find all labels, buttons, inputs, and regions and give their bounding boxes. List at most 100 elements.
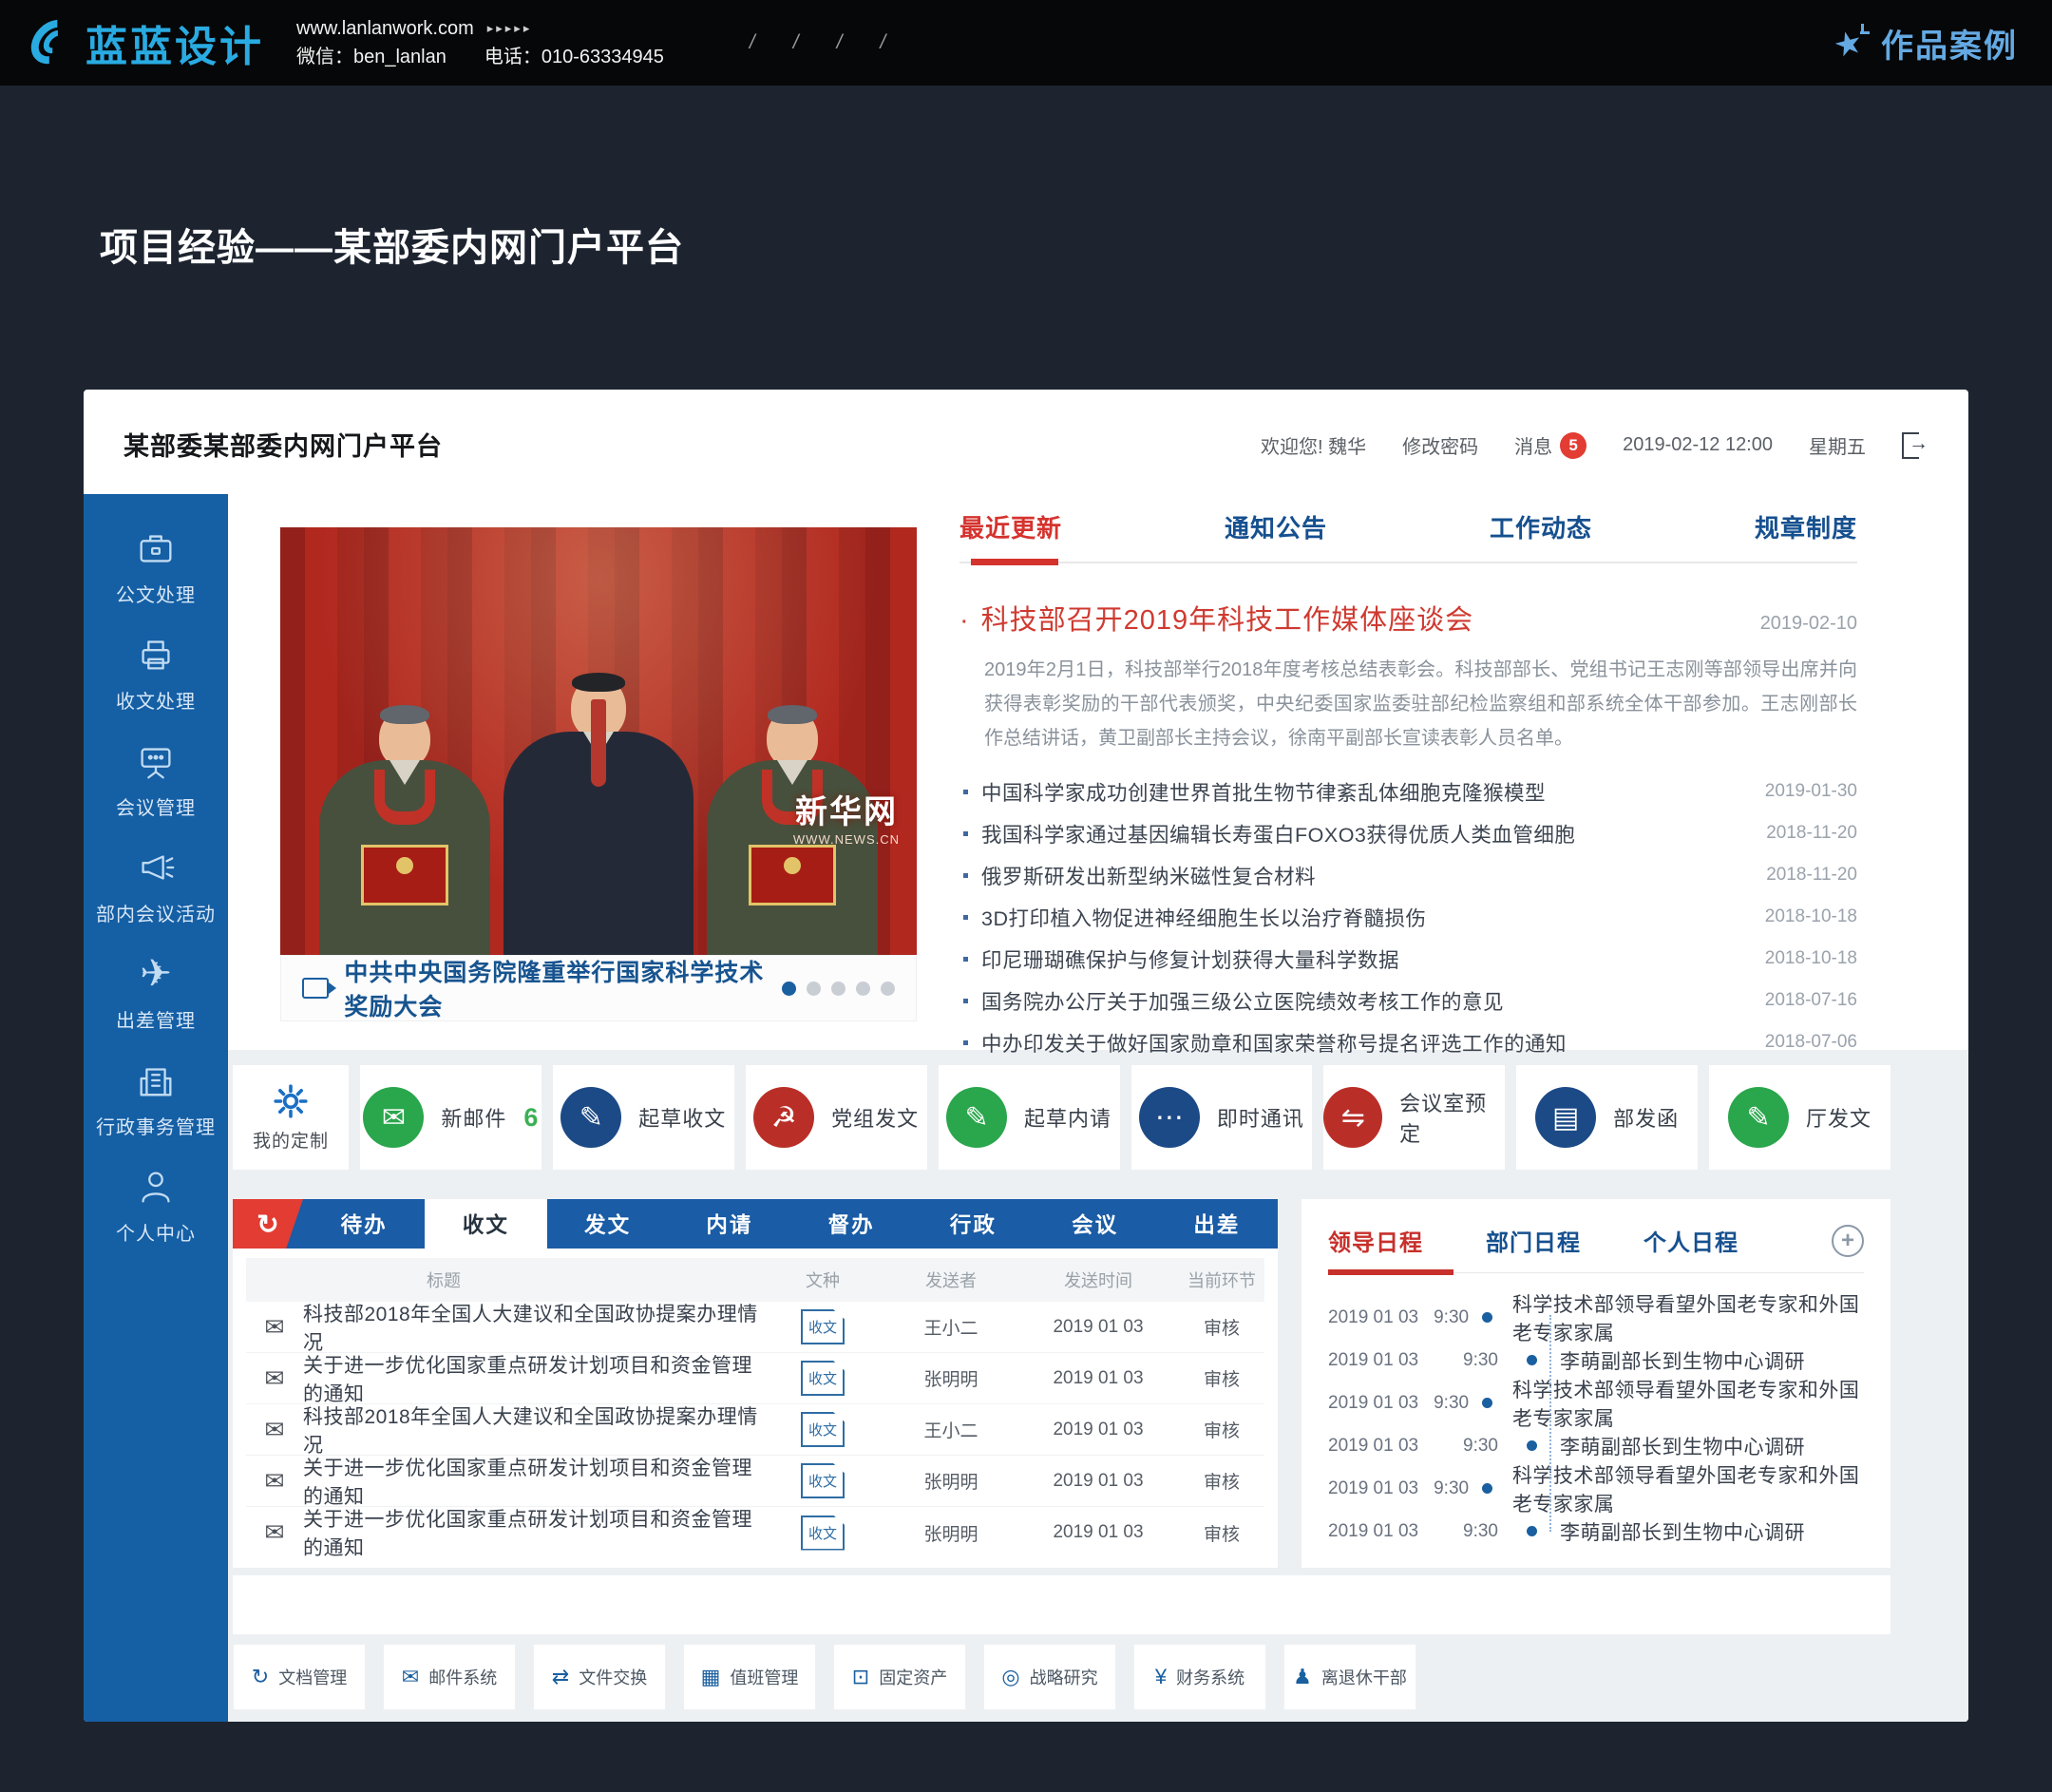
schedule-entry[interactable]: 2019 01 03 9:30 科学技术部领导看望外国老专家和外国老专家家属 — [1328, 1296, 1864, 1339]
sidebar-item-internal-meetings[interactable]: 部内会议活动 — [96, 846, 216, 926]
add-schedule-icon[interactable]: + — [1832, 1225, 1864, 1257]
schedule-title[interactable]: 李萌副部长到生物中心调研 — [1560, 1517, 1805, 1546]
carousel-dot[interactable] — [807, 982, 821, 996]
lanlan-logo[interactable]: 蓝蓝设计 — [34, 12, 264, 73]
sidebar-item-personal-center[interactable]: 个人中心 — [116, 1165, 196, 1246]
table-row[interactable]: ✉ 科技部2018年全国人大建议和全国政协提案办理情况 收文 王小二 2019 … — [246, 1302, 1264, 1353]
news-list-item[interactable]: 3D打印植入物促进神经细胞生长以治疗脊髓损伤 2018-10-18 — [960, 896, 1857, 938]
change-password-link[interactable]: 修改密码 — [1402, 431, 1478, 459]
task-title[interactable]: 关于进一步优化国家重点研发计划项目和资金管理的通知 — [303, 1350, 761, 1407]
top-nav-item[interactable] — [818, 31, 862, 54]
tab-notices[interactable]: 通知公告 — [1225, 509, 1327, 544]
news-item-title[interactable]: 国务院办公厅关于加强三级公立医院绩效考核工作的意见 — [981, 986, 1504, 1016]
news-item-title[interactable]: 印尼珊瑚礁保护与修复计划获得大量科学数据 — [981, 944, 1399, 974]
logout-icon[interactable]: → — [1902, 432, 1930, 459]
page-title: 项目经验——某部委内网门户平台 — [100, 217, 684, 272]
tab-meeting[interactable]: 会议 — [1035, 1199, 1156, 1249]
news-list-item[interactable]: 国务院办公厅关于加强三级公立医院绩效考核工作的意见 2018-07-16 — [960, 980, 1857, 1021]
tab-receive-doc[interactable]: 收文 — [425, 1199, 546, 1249]
shortcut-card[interactable]: ✎ 起草内请 — [939, 1065, 1120, 1170]
news-list-item[interactable]: 中办印发关于做好国家勋章和国家荣誉称号提名评选工作的通知 2018-07-06 — [960, 1021, 1857, 1063]
schedule-title[interactable]: 科学技术部领导看望外国老专家和外国老专家家属 — [1512, 1460, 1864, 1517]
schedule-title[interactable]: 科学技术部领导看望外国老专家和外国老专家家属 — [1512, 1289, 1864, 1346]
table-row[interactable]: ✉ 关于进一步优化国家重点研发计划项目和资金管理的通知 收文 张明明 2019 … — [246, 1507, 1264, 1558]
schedule-time: 9:30 — [1463, 1350, 1516, 1371]
task-title[interactable]: 科技部2018年全国人大建议和全国政协提案办理情况 — [303, 1401, 761, 1458]
news-list-item[interactable]: 印尼珊瑚礁保护与修复计划获得大量科学数据 2018-10-18 — [960, 938, 1857, 980]
shortcut-card[interactable]: ⇋ 会议室预定 — [1323, 1065, 1505, 1170]
news-item-title[interactable]: 俄罗斯研发出新型纳米磁性复合材料 — [981, 861, 1316, 890]
tab-regulations[interactable]: 规章制度 — [1755, 509, 1857, 544]
bottom-app-button[interactable]: ↻ 文档管理 — [233, 1644, 366, 1710]
sidebar-item-receive-processing[interactable]: 收文处理 — [116, 633, 196, 714]
bottom-app-button[interactable]: ◎ 战略研究 — [983, 1644, 1116, 1710]
shortcut-card[interactable]: ✉ 新邮件 6 — [360, 1065, 542, 1170]
shortcut-card[interactable]: ✎ 起草收文 — [553, 1065, 734, 1170]
schedule-entry[interactable]: 2019 01 03 9:30 科学技术部领导看望外国老专家和外国老专家家属 — [1328, 1467, 1864, 1510]
news-headline[interactable]: 科技部召开2019年科技工作媒体座谈会 — [960, 598, 1473, 638]
tab-work-trends[interactable]: 工作动态 — [1490, 509, 1592, 544]
plane-icon: ✈ — [140, 952, 172, 996]
top-nav-item[interactable] — [861, 31, 904, 54]
shortcut-card[interactable]: ⋯ 即时通讯 — [1131, 1065, 1313, 1170]
table-row[interactable]: ✉ 关于进一步优化国家重点研发计划项目和资金管理的通知 收文 张明明 2019 … — [246, 1456, 1264, 1507]
tab-issue-doc[interactable]: 发文 — [547, 1199, 669, 1249]
schedule-date: 2019 01 03 — [1328, 1393, 1434, 1414]
news-item-title[interactable]: 3D打印植入物促进神经细胞生长以治疗脊髓损伤 — [981, 903, 1427, 932]
messages-link[interactable]: 消息 5 — [1514, 431, 1586, 459]
schedule-entry[interactable]: 2019 01 03 9:30 李萌副部长到生物中心调研 — [1328, 1510, 1864, 1553]
portal-screenshot-card: 某部委某部委内网门户平台 欢迎您! 魏华 修改密码 消息 5 2019-02-1… — [84, 390, 1968, 1722]
bottom-app-button[interactable]: ▦ 值班管理 — [683, 1644, 816, 1710]
sidebar-item-document-processing[interactable]: 公文处理 — [116, 526, 196, 607]
tab-personal-schedule[interactable]: 个人日程 — [1644, 1224, 1738, 1257]
shortcut-card[interactable]: ☭ 党组发文 — [746, 1065, 927, 1170]
schedule-title[interactable]: 李萌副部长到生物中心调研 — [1560, 1432, 1805, 1460]
carousel-dot[interactable] — [881, 982, 895, 996]
sidebar-item-meeting-management[interactable]: 会议管理 — [116, 739, 196, 820]
shortcut-card[interactable]: ▤ 部发函 — [1516, 1065, 1698, 1170]
carousel-dot[interactable] — [782, 982, 796, 996]
task-title[interactable]: 关于进一步优化国家重点研发计划项目和资金管理的通知 — [303, 1504, 761, 1561]
task-title[interactable]: 科技部2018年全国人大建议和全国政协提案办理情况 — [303, 1299, 761, 1356]
carousel-caption[interactable]: 中共中央国务院隆重举行国家科学技术奖励大会 — [344, 954, 767, 1022]
shortcut-card[interactable]: ✎ 厅发文 — [1709, 1065, 1890, 1170]
tab-todo[interactable]: 待办 — [303, 1199, 425, 1249]
bottom-app-button[interactable]: ¥ 财务系统 — [1133, 1644, 1266, 1710]
doc-type-cell: 收文 — [761, 1361, 884, 1396]
bottom-app-button[interactable]: ⇄ 文件交换 — [533, 1644, 666, 1710]
tab-recent-updates[interactable]: 最近更新 — [960, 509, 1062, 544]
carousel-dot[interactable] — [856, 982, 870, 996]
tab-department-schedule[interactable]: 部门日程 — [1486, 1224, 1581, 1257]
task-title[interactable]: 关于进一步优化国家重点研发计划项目和资金管理的通知 — [303, 1453, 761, 1510]
shortcut-my-customization[interactable]: 我的定制 — [233, 1065, 349, 1170]
tab-business-trip[interactable]: 出差 — [1156, 1199, 1278, 1249]
site-url[interactable]: www.lanlanwork.com — [296, 14, 474, 43]
bottom-app-button[interactable]: ⊡ 固定资产 — [833, 1644, 966, 1710]
bullet-icon — [963, 873, 968, 878]
news-list-item[interactable]: 中国科学家成功创建世界首批生物节律紊乱体细胞克隆猴模型 2019-01-30 — [960, 771, 1857, 812]
portfolio-link[interactable]: ★ 作品案例 — [1832, 20, 2018, 67]
tab-internal-request[interactable]: 内请 — [669, 1199, 790, 1249]
bottom-app-button[interactable]: ✉ 邮件系统 — [383, 1644, 516, 1710]
sidebar-item-admin-affairs[interactable]: 行政事务管理 — [96, 1058, 216, 1139]
news-item-title[interactable]: 我国科学家通过基因编辑长寿蛋白FOXO3获得优质人类血管细胞 — [981, 819, 1575, 848]
schedule-title[interactable]: 科学技术部领导看望外国老专家和外国老专家家属 — [1512, 1375, 1864, 1432]
news-item-date: 2018-07-16 — [1765, 990, 1857, 1011]
news-photo[interactable]: 新华网 WWW.NEWS.CN — [280, 527, 917, 955]
table-row[interactable]: ✉ 科技部2018年全国人大建议和全国政协提案办理情况 收文 王小二 2019 … — [246, 1404, 1264, 1456]
schedule-entry[interactable]: 2019 01 03 9:30 科学技术部领导看望外国老专家和外国老专家家属 — [1328, 1382, 1864, 1424]
top-nav-item[interactable] — [731, 31, 774, 54]
carousel-dot[interactable] — [831, 982, 846, 996]
news-item-title[interactable]: 中办印发关于做好国家勋章和国家荣誉称号提名评选工作的通知 — [981, 1028, 1567, 1058]
top-nav-item[interactable] — [774, 31, 818, 54]
tab-supervision[interactable]: 督办 — [790, 1199, 912, 1249]
tab-administration[interactable]: 行政 — [912, 1199, 1034, 1249]
sidebar-item-business-travel[interactable]: ✈ 出差管理 — [116, 952, 196, 1033]
tab-leader-schedule[interactable]: 领导日程 — [1328, 1224, 1423, 1257]
news-list-item[interactable]: 俄罗斯研发出新型纳米磁性复合材料 2018-11-20 — [960, 854, 1857, 896]
table-row[interactable]: ✉ 关于进一步优化国家重点研发计划项目和资金管理的通知 收文 张明明 2019 … — [246, 1353, 1264, 1404]
news-item-title[interactable]: 中国科学家成功创建世界首批生物节律紊乱体细胞克隆猴模型 — [981, 777, 1546, 807]
bottom-app-button[interactable]: ♟ 离退休干部 — [1283, 1644, 1416, 1710]
news-list-item[interactable]: 我国科学家通过基因编辑长寿蛋白FOXO3获得优质人类血管细胞 2018-11-2… — [960, 812, 1857, 854]
schedule-title[interactable]: 李萌副部长到生物中心调研 — [1560, 1346, 1805, 1375]
